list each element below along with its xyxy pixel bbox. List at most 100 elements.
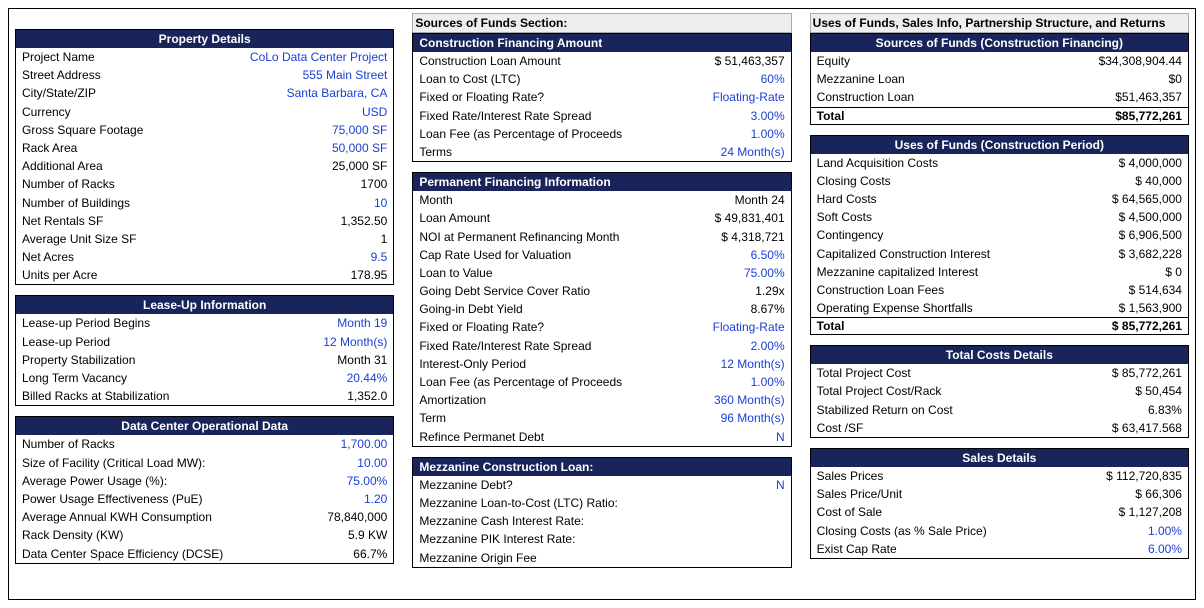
row-value: 96 Month(s) [711,410,785,426]
panel-header-total-costs: Total Costs Details [811,346,1188,364]
row-label: Sales Price/Unit [817,486,1126,502]
row-label: Construction Loan [817,89,1106,105]
row-label: Property Stabilization [22,352,327,368]
data-row: Mezzanine Loan-to-Cost (LTC) Ratio: [413,494,790,512]
data-row: Long Term Vacancy20.44% [16,369,393,387]
row-label: Loan Fee (as Percentage of Proceeds [419,374,740,390]
row-value: $ 0 [1155,264,1182,280]
panel-body: Land Acquisition Costs$ 4,000,000Closing… [811,154,1188,318]
data-row: Cap Rate Used for Valuation6.50% [413,246,790,264]
panel-header-sources: Sources of Funds (Construction Financing… [811,34,1188,52]
row-value: 1.20 [354,491,387,507]
row-value: Month 31 [327,352,387,368]
row-value: CoLo Data Center Project [240,49,387,65]
row-value: $ 4,000,000 [1109,155,1182,171]
row-label: Average Unit Size SF [22,231,371,247]
row-value: 12 Month(s) [711,356,785,372]
row-value: $ 1,563,900 [1109,300,1182,316]
row-label: Equity [817,53,1089,69]
data-row: Billed Racks at Stabilization1,352.0 [16,387,393,405]
row-label: Number of Racks [22,176,351,192]
row-label: Cap Rate Used for Valuation [419,247,740,263]
data-row: Street Address555 Main Street [16,66,393,84]
data-row: Equity$34,308,904.44 [811,52,1188,70]
row-label: Total Project Cost/Rack [817,383,1126,399]
row-value: 8.67% [741,301,785,317]
data-row: Going-in Debt Yield8.67% [413,300,790,318]
row-value [775,550,785,566]
row-value: 555 Main Street [293,67,388,83]
section-label-sources: Sources of Funds Section: [412,13,791,33]
row-label: Mezzanine Loan [817,71,1159,87]
data-row: Average Unit Size SF1 [16,230,393,248]
data-row: Construction Loan Amount$ 51,463,357 [413,52,790,70]
row-value: $ 112,720,835 [1096,468,1182,484]
row-label: Lease-up Period [22,334,313,350]
data-row: Rack Area50,000 SF [16,139,393,157]
row-label: Amortization [419,392,704,408]
row-label: Size of Facility (Critical Load MW): [22,455,347,471]
row-value: 6.50% [741,247,785,263]
row-value: 1,352.50 [331,213,388,229]
data-row: Stabilized Return on Cost6.83% [811,401,1188,419]
data-row: Cost of Sale$ 1,127,208 [811,503,1188,521]
data-row: Fixed or Floating Rate?Floating-Rate [413,88,790,106]
row-label: Loan to Cost (LTC) [419,71,750,87]
row-label: Operating Expense Shortfalls [817,300,1109,316]
data-row: Terms24 Month(s) [413,143,790,161]
data-row: Going Debt Service Cover Ratio1.29x [413,282,790,300]
row-label: Going Debt Service Cover Ratio [419,283,745,299]
row-value: N [766,429,785,445]
row-label: Rack Density (KW) [22,527,338,543]
data-row: Property StabilizationMonth 31 [16,351,393,369]
row-value: Santa Barbara, CA [277,85,388,101]
data-row: Total Project Cost/Rack$ 50,454 [811,382,1188,400]
data-row: Gross Square Footage75,000 SF [16,121,393,139]
data-row: Loan to Value75.00% [413,264,790,282]
row-label: Month [419,192,724,208]
row-value: $ 6,906,500 [1109,227,1182,243]
row-label: Closing Costs (as % Sale Price) [817,523,1138,539]
data-row: Sales Prices$ 112,720,835 [811,467,1188,485]
panel-header-sales: Sales Details [811,449,1188,467]
data-row: Mezzanine Cash Interest Rate: [413,512,790,530]
row-label: Units per Acre [22,267,341,283]
data-row: Number of Racks1700 [16,175,393,193]
panel-total-costs: Total Costs Details Total Project Cost$ … [810,345,1189,438]
row-value: 1.00% [741,374,785,390]
row-label: Mezzanine Cash Interest Rate: [419,513,774,529]
row-value: 6.00% [1138,541,1182,557]
row-value: $ 1,127,208 [1109,504,1182,520]
row-value: 1700 [351,176,388,192]
row-label: Exist Cap Rate [817,541,1138,557]
row-value: Month 19 [327,315,387,331]
row-label: Gross Square Footage [22,122,322,138]
data-row: Mezzanine Loan$0 [811,70,1188,88]
data-row: Project NameCoLo Data Center Project [16,48,393,66]
row-value: 50,000 SF [322,140,387,156]
row-value: 24 Month(s) [711,144,785,160]
row-label: Currency [22,104,352,120]
row-label: NOI at Permanent Refinancing Month [419,229,711,245]
total-label: Total [817,109,845,123]
row-label: Number of Racks [22,436,331,452]
panel-body: Project NameCoLo Data Center ProjectStre… [16,48,393,284]
row-value: $ 85,772,261 [1102,365,1182,381]
row-value [775,531,785,547]
data-row: Size of Facility (Critical Load MW):10.0… [16,454,393,472]
panel-header-op-data: Data Center Operational Data [16,417,393,435]
data-row: Net Acres9.5 [16,248,393,266]
row-label: Terms [419,144,710,160]
data-row: Total Project Cost$ 85,772,261 [811,364,1188,382]
row-value: $0 [1159,71,1182,87]
row-value: $ 50,454 [1125,383,1182,399]
data-row: Power Usage Effectiveness (PuE)1.20 [16,490,393,508]
row-label: Mezzanine capitalized Interest [817,264,1156,280]
row-label: Hard Costs [817,191,1102,207]
data-row: Mezzanine Origin Fee [413,549,790,567]
row-value: Month 24 [725,192,785,208]
row-value: $ 4,318,721 [711,229,784,245]
panel-uses-of-funds: Uses of Funds (Construction Period) Land… [810,135,1189,336]
row-label: Sales Prices [817,468,1096,484]
data-row: Number of Racks1,700.00 [16,435,393,453]
